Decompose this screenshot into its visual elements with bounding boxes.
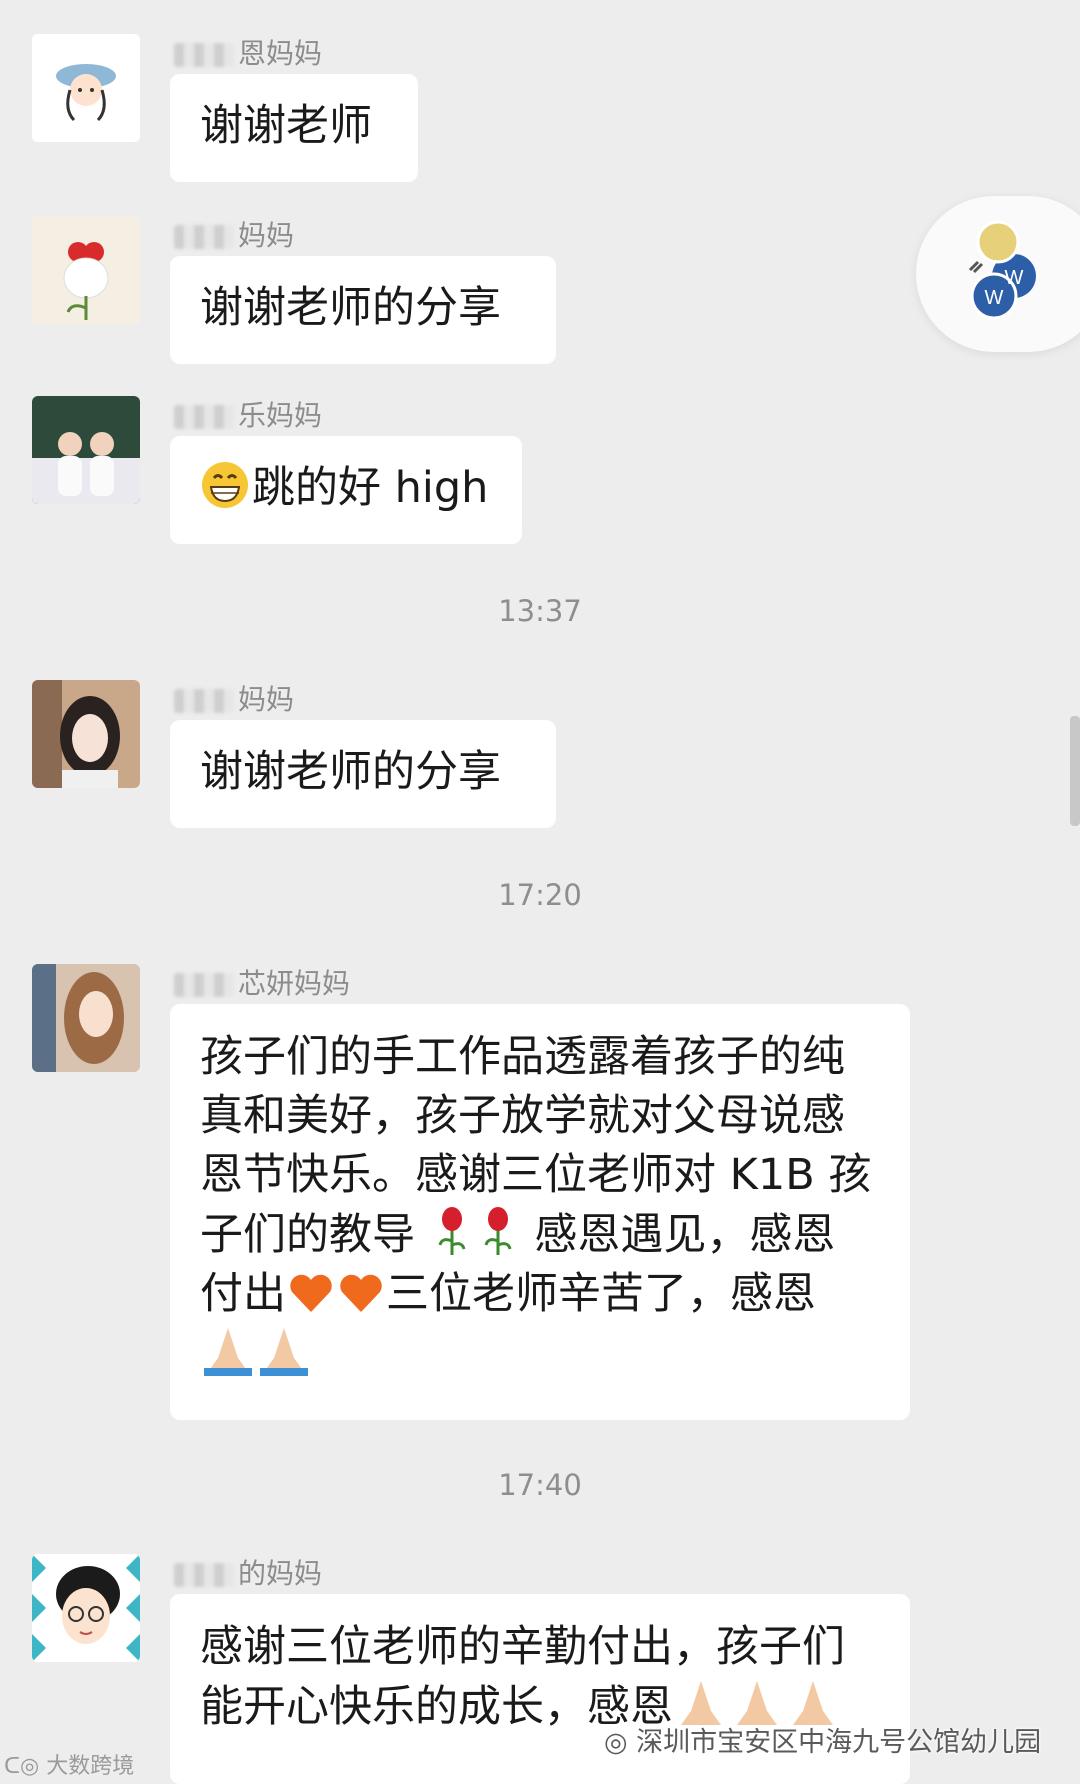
flower-girl-avatar-icon <box>32 216 140 324</box>
woman-photo-avatar-icon <box>32 680 140 788</box>
svg-text:W: W <box>1005 267 1024 289</box>
message-text: 子们的教导 <box>200 1210 415 1260</box>
avatar[interactable] <box>32 680 140 788</box>
watermark-source: ᑕ◎ 大数跨境 <box>4 1754 135 1779</box>
avatar[interactable] <box>32 396 140 504</box>
message-text: 跳的好 high <box>252 463 489 513</box>
redacted-name <box>174 225 234 249</box>
message-bubble[interactable]: 谢谢老师的分享 <box>170 720 556 828</box>
redacted-name <box>174 43 234 67</box>
message-bubble[interactable]: 谢谢老师 <box>170 74 418 182</box>
message-text: 感恩遇见，感恩 <box>534 1210 836 1260</box>
avatar[interactable] <box>32 964 140 1072</box>
cartoon-woman-avatar-icon <box>32 1554 140 1662</box>
svg-text:W: W <box>985 287 1004 309</box>
watermark-account: ◎ 深圳市宝安区中海九号公馆幼儿园 <box>604 1727 1042 1758</box>
logo-icon: ᑕ◎ <box>4 1754 47 1779</box>
redacted-name <box>174 1563 234 1587</box>
redacted-name <box>174 689 234 713</box>
folded-hands-emoji-icon <box>204 1328 252 1376</box>
minimized-window-icon: W W <box>968 220 1036 320</box>
sender-name: 的妈妈 <box>174 1552 322 1592</box>
wechat-icon: ◎ <box>604 1727 637 1758</box>
message-text: 付出 <box>200 1269 286 1319</box>
orange-heart-emoji-icon <box>340 1274 382 1312</box>
message-bubble[interactable]: 孩子们的手工作品透露着孩子的纯 真和美好，孩子放学就对父母说感 恩节快乐。感谢三… <box>170 1004 910 1420</box>
message-text: 三位老师辛苦了，感恩 <box>386 1269 816 1319</box>
message-text: 能开心快乐的成长，感恩 <box>200 1682 673 1732</box>
girl-hat-avatar-icon <box>32 34 140 142</box>
message-line: 恩节快乐。感谢三位老师对 K1B 孩 <box>200 1150 872 1200</box>
message-bubble[interactable]: 谢谢老师的分享 <box>170 256 556 364</box>
message-line: 真和美好，孩子放学就对父母说感 <box>200 1091 845 1141</box>
timestamp: 13:37 <box>498 594 582 628</box>
redacted-name <box>174 405 234 429</box>
message-bubble[interactable]: 跳的好 high <box>170 436 522 544</box>
message-line: 付出 三位老师辛苦了，感恩 <box>200 1265 880 1324</box>
orange-heart-emoji-icon <box>290 1274 332 1312</box>
folded-hands-emoji-icon <box>260 1328 308 1376</box>
floating-window-button[interactable]: W W <box>916 196 1080 352</box>
woman-selfie-avatar-icon <box>32 964 140 1072</box>
sender-name: 妈妈 <box>174 678 294 718</box>
message-line: 孩子们的手工作品透露着孩子的纯 <box>200 1032 845 1082</box>
sender-name: 芯妍妈妈 <box>174 962 350 1002</box>
scrollbar-thumb[interactable] <box>1070 716 1080 826</box>
redacted-name <box>174 973 234 997</box>
avatar[interactable] <box>32 216 140 324</box>
twins-photo-avatar-icon <box>32 396 140 504</box>
rose-emoji-icon <box>438 1207 466 1255</box>
sender-name: 恩妈妈 <box>174 32 322 72</box>
timestamp: 17:20 <box>498 878 582 912</box>
avatar[interactable] <box>32 34 140 142</box>
rose-emoji-icon <box>484 1207 512 1255</box>
timestamp: 17:40 <box>498 1468 582 1502</box>
sender-name: 妈妈 <box>174 214 294 254</box>
sender-name: 乐妈妈 <box>174 394 322 434</box>
avatar[interactable] <box>32 1554 140 1662</box>
message-line: 感谢三位老师的辛勤付出，孩子们 <box>200 1622 845 1672</box>
grinning-face-emoji-icon <box>202 462 248 508</box>
message-line: 子们的教导 感恩遇见，感恩 <box>200 1205 880 1265</box>
message-line <box>200 1324 880 1384</box>
